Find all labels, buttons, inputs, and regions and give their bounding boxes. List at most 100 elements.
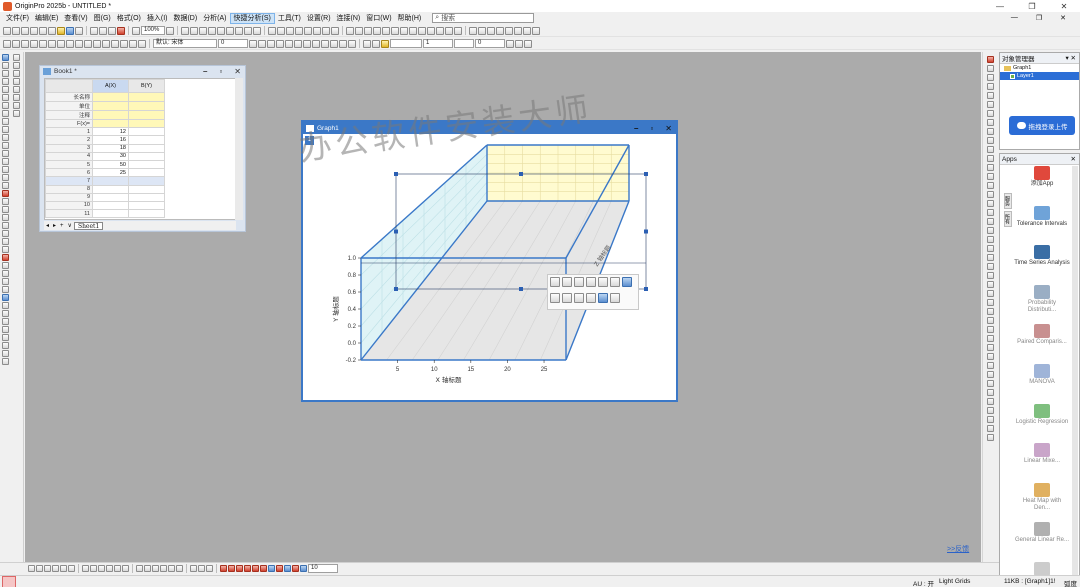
- plot-stack-icon[interactable]: [144, 565, 151, 572]
- mask-blue-1-icon[interactable]: [268, 565, 275, 572]
- rotate-3d-icon[interactable]: [505, 26, 513, 35]
- chart-tool-icon[interactable]: [2, 270, 9, 277]
- right-tool-2-icon[interactable]: [987, 65, 994, 72]
- mini-layer-icon[interactable]: [574, 277, 584, 287]
- app-item[interactable]: General Linear Re...: [1014, 522, 1070, 562]
- menu-format[interactable]: 格式(O): [114, 13, 144, 24]
- menu-data[interactable]: 数据(D): [170, 13, 200, 24]
- cell-a[interactable]: [92, 200, 129, 211]
- image-tool-icon[interactable]: [2, 230, 9, 237]
- text-tool-icon[interactable]: [75, 39, 83, 48]
- axis-tool-icon[interactable]: [2, 238, 9, 245]
- cell-a[interactable]: [92, 176, 129, 186]
- row-number[interactable]: 9: [45, 192, 93, 202]
- recalc-tool-icon[interactable]: [2, 190, 9, 197]
- increase-font-icon[interactable]: [303, 39, 311, 48]
- row-number[interactable]: 10: [45, 200, 93, 211]
- project-explorer-icon[interactable]: [217, 26, 225, 35]
- right-tool-35-icon[interactable]: [987, 362, 994, 369]
- right-tool-13-icon[interactable]: [987, 164, 994, 171]
- export-tool-icon[interactable]: [2, 350, 9, 357]
- zoom-out-icon[interactable]: [454, 26, 462, 35]
- plot-double-y-icon[interactable]: [160, 565, 167, 572]
- reader-tool-icon[interactable]: [2, 78, 9, 85]
- rescale-icon[interactable]: [346, 26, 354, 35]
- peak-tool-icon[interactable]: [2, 302, 9, 309]
- export-icon[interactable]: [99, 26, 107, 35]
- zoom-tool-icon[interactable]: [2, 62, 9, 69]
- bold-icon[interactable]: [249, 39, 257, 48]
- apps-tab-service[interactable]: 服务: [1004, 193, 1012, 209]
- subscript-icon[interactable]: [285, 39, 293, 48]
- mask-red-4-icon[interactable]: [244, 565, 251, 572]
- mini-frame-icon[interactable]: [610, 277, 620, 287]
- meta-cell[interactable]: [128, 118, 165, 129]
- app-item[interactable]: 添加App: [1014, 166, 1070, 206]
- panel-pin-icon[interactable]: ▾ ✕: [1065, 54, 1079, 62]
- right-tool-25-icon[interactable]: [987, 272, 994, 279]
- add-sheet-icon[interactable]: +: [58, 223, 66, 229]
- plot-line-symbol-icon[interactable]: [13, 70, 20, 77]
- mini-move-icon[interactable]: [586, 293, 596, 303]
- report-tool-icon[interactable]: [2, 342, 9, 349]
- cell-b[interactable]: [128, 143, 165, 153]
- upload-button[interactable]: 拖拽登录上传: [1009, 116, 1075, 135]
- tilt-icon[interactable]: [514, 26, 522, 35]
- set-z-icon[interactable]: [295, 26, 303, 35]
- right-tool-6-icon[interactable]: [987, 101, 994, 108]
- selector-tool-icon[interactable]: [2, 94, 9, 101]
- mini-settings-icon[interactable]: [598, 293, 608, 303]
- legend-tool-icon[interactable]: [2, 214, 9, 221]
- plot-bar-2-icon[interactable]: [52, 565, 59, 572]
- app-item[interactable]: MANOVA: [1014, 363, 1070, 404]
- mini-rescale-icon[interactable]: [550, 277, 560, 287]
- results-log-icon[interactable]: [199, 26, 207, 35]
- cell-b[interactable]: [128, 159, 165, 170]
- plot-tool-icon[interactable]: [2, 254, 9, 261]
- app-item[interactable]: Logistic Regression: [1014, 403, 1070, 444]
- arrow-icon[interactable]: [2, 126, 9, 133]
- close-icon[interactable]: ✕: [1048, 2, 1080, 11]
- new-graph-icon[interactable]: [21, 26, 29, 35]
- zoom-icon[interactable]: [132, 26, 140, 35]
- 3d-chart[interactable]: -0.2 0.0 0.2 0.4 0.6 0.8 1.0 5 10 15 20 25 X 轴标题 Y 轴标…: [304, 135, 675, 400]
- fill-color-icon[interactable]: [381, 39, 389, 48]
- plot-theme-icon[interactable]: [198, 565, 205, 572]
- line-color-icon[interactable]: [363, 39, 371, 48]
- plot-column-icon[interactable]: [13, 78, 20, 85]
- messages-icon[interactable]: [226, 26, 234, 35]
- menu-connect[interactable]: 连接(N): [334, 13, 364, 24]
- duplicate-icon[interactable]: [181, 26, 189, 35]
- cell-b[interactable]: [128, 192, 165, 202]
- meta-cell[interactable]: [92, 92, 129, 102]
- right-tool-33-icon[interactable]: [987, 344, 994, 351]
- right-tool-10-icon[interactable]: [987, 137, 994, 144]
- set-y-icon[interactable]: [286, 26, 294, 35]
- new-layer-icon[interactable]: [391, 26, 399, 35]
- add-timestamp-icon[interactable]: [382, 26, 390, 35]
- region-icon[interactable]: [2, 182, 9, 189]
- app-item[interactable]: Paired Comparis...: [1014, 324, 1070, 364]
- scale-tool-icon[interactable]: [2, 246, 9, 253]
- cell-a[interactable]: 12: [92, 127, 129, 137]
- superscript-icon[interactable]: [276, 39, 284, 48]
- mini-axis-icon[interactable]: [586, 277, 596, 287]
- plot-contour-icon[interactable]: [13, 110, 20, 117]
- sheet-tab[interactable]: Sheet1: [73, 221, 104, 230]
- feedback-link[interactable]: >>反馈: [947, 544, 969, 554]
- fit-page-icon[interactable]: [469, 26, 477, 35]
- menu-window[interactable]: 窗口(W): [363, 13, 394, 24]
- cell-b[interactable]: [128, 176, 165, 186]
- circle-tool-icon[interactable]: [111, 39, 119, 48]
- data-reader-icon[interactable]: [39, 39, 47, 48]
- right-tool-11-icon[interactable]: [987, 146, 994, 153]
- right-tool-27-icon[interactable]: [987, 290, 994, 297]
- text-icon[interactable]: [2, 118, 9, 125]
- mini-scale-icon[interactable]: [562, 293, 572, 303]
- right-tool-43-icon[interactable]: [987, 434, 994, 441]
- curve-tool-icon[interactable]: [2, 294, 9, 301]
- right-tool-28-icon[interactable]: [987, 299, 994, 306]
- plot-scatter-2-icon[interactable]: [36, 565, 43, 572]
- meta-cell[interactable]: [92, 101, 129, 111]
- right-tool-32-icon[interactable]: [987, 335, 994, 342]
